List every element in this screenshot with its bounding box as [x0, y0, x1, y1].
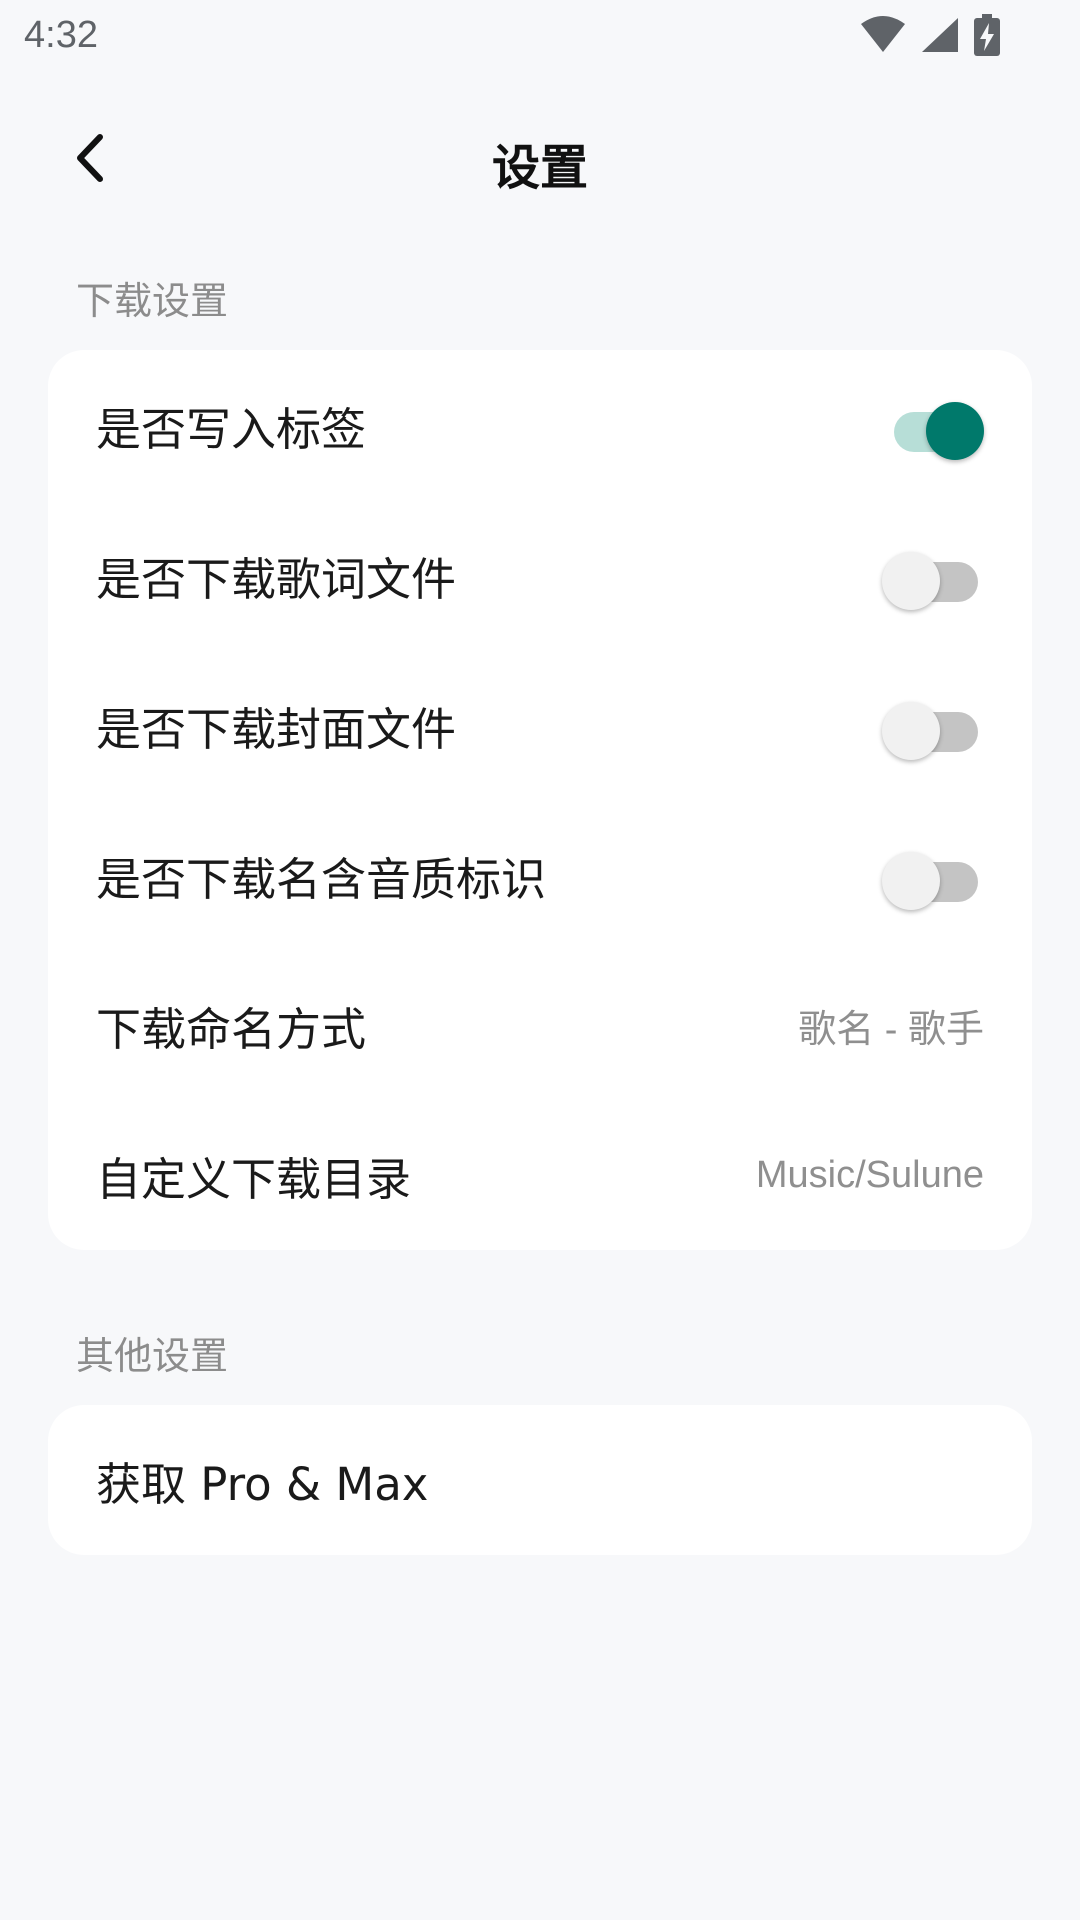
wifi-icon: [860, 16, 906, 54]
cellular-signal-icon: [920, 16, 960, 54]
get-pro-max-label: 获取 Pro & Max: [96, 1457, 429, 1511]
section-header-download: 下载设置: [76, 279, 229, 323]
toggle-thumb: [882, 702, 940, 760]
section-header-other: 其他设置: [76, 1334, 229, 1378]
download-lyrics-row[interactable]: 是否下载歌词文件: [48, 500, 1032, 650]
download-lyrics-label: 是否下载歌词文件: [96, 552, 457, 606]
app-bar: 设置: [0, 100, 1080, 216]
write-tags-label: 是否写入标签: [96, 402, 367, 456]
quality-in-name-toggle[interactable]: [882, 845, 984, 910]
battery-charging-icon: [974, 14, 1000, 56]
download-cover-label: 是否下载封面文件: [96, 702, 457, 756]
naming-format-row[interactable]: 下载命名方式 歌名 - 歌手: [48, 950, 1032, 1100]
quality-in-name-label: 是否下载名含音质标识: [96, 852, 547, 906]
download-directory-value: Music/Sulune: [755, 1153, 984, 1196]
quality-in-name-row[interactable]: 是否下载名含音质标识: [48, 800, 1032, 950]
write-tags-toggle[interactable]: [884, 395, 984, 460]
naming-format-label: 下载命名方式: [96, 1002, 367, 1056]
status-time: 4:32: [24, 14, 98, 56]
get-pro-max-row[interactable]: 获取 Pro & Max: [48, 1405, 1032, 1555]
download-cover-row[interactable]: 是否下载封面文件: [48, 650, 1032, 800]
status-bar: 4:32: [0, 0, 1080, 72]
write-tags-row[interactable]: 是否写入标签: [48, 350, 1032, 500]
download-directory-row[interactable]: 自定义下载目录 Music/Sulune: [48, 1100, 1032, 1250]
download-directory-label: 自定义下载目录: [96, 1152, 412, 1206]
toggle-thumb: [926, 402, 984, 460]
toggle-thumb: [882, 552, 940, 610]
naming-format-value: 歌名 - 歌手: [798, 1008, 984, 1051]
toggle-thumb: [882, 852, 940, 910]
status-icons: [860, 14, 1000, 56]
download-lyrics-toggle[interactable]: [882, 545, 984, 610]
page-title: 设置: [491, 140, 588, 196]
download-cover-toggle[interactable]: [882, 695, 984, 760]
download-settings-card: 是否写入标签 是否下载歌词文件 是否下载封面文件 是否下载名含音质标识 下载命名…: [48, 350, 1032, 1250]
other-settings-card: 获取 Pro & Max: [48, 1405, 1032, 1555]
